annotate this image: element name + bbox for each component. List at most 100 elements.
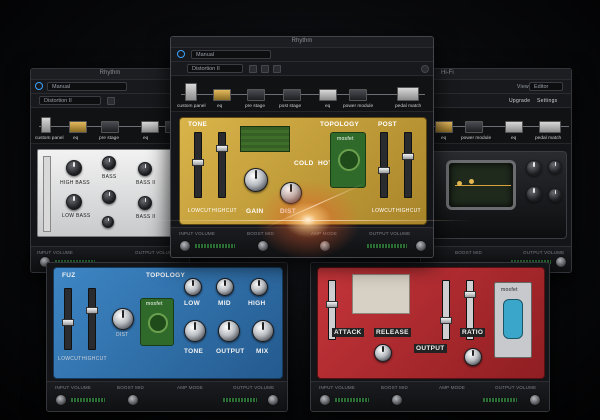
attack-knob[interactable] — [374, 344, 392, 362]
power-icon[interactable] — [177, 50, 185, 58]
settings-button[interactable]: Settings — [537, 98, 557, 104]
chain-module-post-stage[interactable] — [283, 89, 301, 101]
chain-module-custom-panel[interactable] — [185, 83, 197, 101]
mosfet-module[interactable]: mosfet — [494, 282, 532, 358]
mosfet-module[interactable]: mosfet — [330, 132, 366, 188]
compressor-pedal: ATTACK RELEASE RATIO OUTPUT mosfet — [317, 267, 545, 379]
subpreset-selector[interactable]: Distortion II — [187, 64, 243, 73]
copy-icon[interactable] — [261, 65, 269, 73]
knob-bass-2[interactable] — [138, 162, 152, 176]
slider-label: HIGHCUT — [396, 208, 421, 214]
chain-module-power[interactable] — [349, 89, 367, 101]
highcut-slider[interactable] — [216, 132, 228, 198]
amp-mode-knob[interactable] — [319, 240, 331, 252]
lowcut-slider[interactable] — [62, 288, 74, 350]
knob-bass-3[interactable] — [102, 190, 116, 204]
highcut-slider[interactable] — [86, 288, 98, 350]
chain-label: post stage — [279, 104, 302, 109]
circuit-board — [352, 274, 410, 314]
scope-trace — [455, 185, 511, 186]
window-title: Hi-Fi — [441, 70, 454, 76]
scope-point[interactable] — [469, 179, 474, 184]
view-selector[interactable]: Editor — [529, 82, 563, 91]
save-icon[interactable] — [107, 97, 115, 105]
output-knob[interactable] — [218, 320, 240, 342]
chain-label: pedal match — [395, 104, 422, 109]
footer-label: OUTPUT VOLUME — [369, 231, 411, 236]
lowcut-slider[interactable] — [192, 132, 204, 198]
mid-knob[interactable] — [216, 278, 234, 296]
dist-knob[interactable] — [112, 308, 134, 330]
title-bar: Hi-Fi — [421, 69, 571, 80]
output-volume-knob[interactable] — [415, 240, 427, 252]
high-knob[interactable] — [250, 278, 268, 296]
signal-chain: custom panel eq pre stage post stage eq … — [171, 76, 433, 112]
plugin-window-bottom-left: FUZ TOPOLOGY LOWCUT HIGHCUT DIST mosfet … — [46, 262, 288, 412]
chain-label: eq — [143, 136, 149, 141]
footer-controls: INPUT VOLUME BOOST MID AMP MODE OUTPUT V… — [171, 227, 433, 257]
slider-label: HIGHCUT — [82, 356, 107, 362]
chain-module-eq-2[interactable] — [319, 89, 337, 101]
scope-point[interactable] — [457, 181, 462, 186]
knob-high-bass[interactable] — [66, 160, 82, 176]
boost-mid-knob[interactable] — [127, 394, 139, 406]
knob-label: GAIN — [246, 208, 264, 215]
chain-module-eq-2[interactable] — [505, 121, 523, 133]
output-meter — [223, 398, 257, 402]
chain-module-power[interactable] — [465, 121, 483, 133]
upgrade-button[interactable]: Upgrade — [509, 98, 530, 104]
pedal-label: TONE — [188, 121, 208, 128]
output-volume-knob[interactable] — [267, 394, 279, 406]
chain-label: pedal match — [535, 136, 562, 141]
action-bar: Upgrade Settings — [421, 94, 571, 108]
knob-label: BASS — [102, 174, 117, 180]
tone-knob[interactable] — [184, 320, 206, 342]
chain-module-eq-2[interactable] — [141, 121, 159, 133]
knob-bass[interactable] — [102, 156, 116, 170]
chain-module-eq[interactable] — [213, 89, 231, 101]
knob-low-bass[interactable] — [66, 194, 82, 210]
output-volume-knob[interactable] — [529, 394, 541, 406]
preset-selector[interactable]: Manual — [47, 82, 127, 91]
gain-knob[interactable] — [244, 168, 268, 192]
preset-selector[interactable]: Manual — [191, 50, 271, 59]
promo-composition: Rhythm Manual Distortion II custom panel… — [0, 0, 600, 420]
chain-module-custom-panel[interactable] — [41, 117, 51, 133]
ratio-knob[interactable] — [464, 348, 482, 366]
mosfet-module[interactable]: mosfet — [140, 298, 174, 346]
chain-label: eq — [511, 136, 517, 141]
settings-icon[interactable] — [421, 65, 429, 73]
chain-module-pre-stage[interactable] — [247, 89, 265, 101]
chain-module-eq[interactable] — [435, 121, 453, 133]
slider-2[interactable] — [440, 280, 452, 340]
scope-knob-2[interactable] — [548, 160, 562, 174]
post-lowcut-slider[interactable] — [378, 132, 390, 198]
post-highcut-slider[interactable] — [402, 132, 414, 198]
knob-label: HIGH — [248, 300, 266, 307]
chain-module-pedal-match[interactable] — [539, 121, 561, 133]
boost-mid-knob[interactable] — [391, 394, 403, 406]
footer-label: AMP MODE — [177, 385, 204, 390]
input-volume-knob[interactable] — [179, 240, 191, 252]
chain-label: eq — [73, 136, 79, 141]
scope-knob-4[interactable] — [548, 188, 562, 202]
output-volume-knob[interactable] — [555, 256, 567, 268]
subpreset-selector[interactable]: Distortion II — [39, 96, 101, 105]
paste-icon[interactable] — [273, 65, 281, 73]
slider-label: LOWCUT — [188, 208, 212, 214]
scope-knob-1[interactable] — [526, 160, 542, 176]
knob-bass-4[interactable] — [138, 196, 152, 210]
dist-knob[interactable] — [280, 182, 302, 204]
input-volume-knob[interactable] — [55, 394, 67, 406]
chain-module-pre-stage[interactable] — [101, 121, 119, 133]
save-icon[interactable] — [249, 65, 257, 73]
scope-knob-3[interactable] — [526, 186, 542, 202]
chain-module-eq[interactable] — [69, 121, 87, 133]
input-volume-knob[interactable] — [319, 394, 331, 406]
boost-mid-knob[interactable] — [257, 240, 269, 252]
power-icon[interactable] — [35, 82, 43, 90]
mix-knob[interactable] — [252, 320, 274, 342]
knob-bass-5[interactable] — [102, 216, 114, 228]
low-knob[interactable] — [184, 278, 202, 296]
chain-module-pedal-match[interactable] — [397, 87, 419, 101]
